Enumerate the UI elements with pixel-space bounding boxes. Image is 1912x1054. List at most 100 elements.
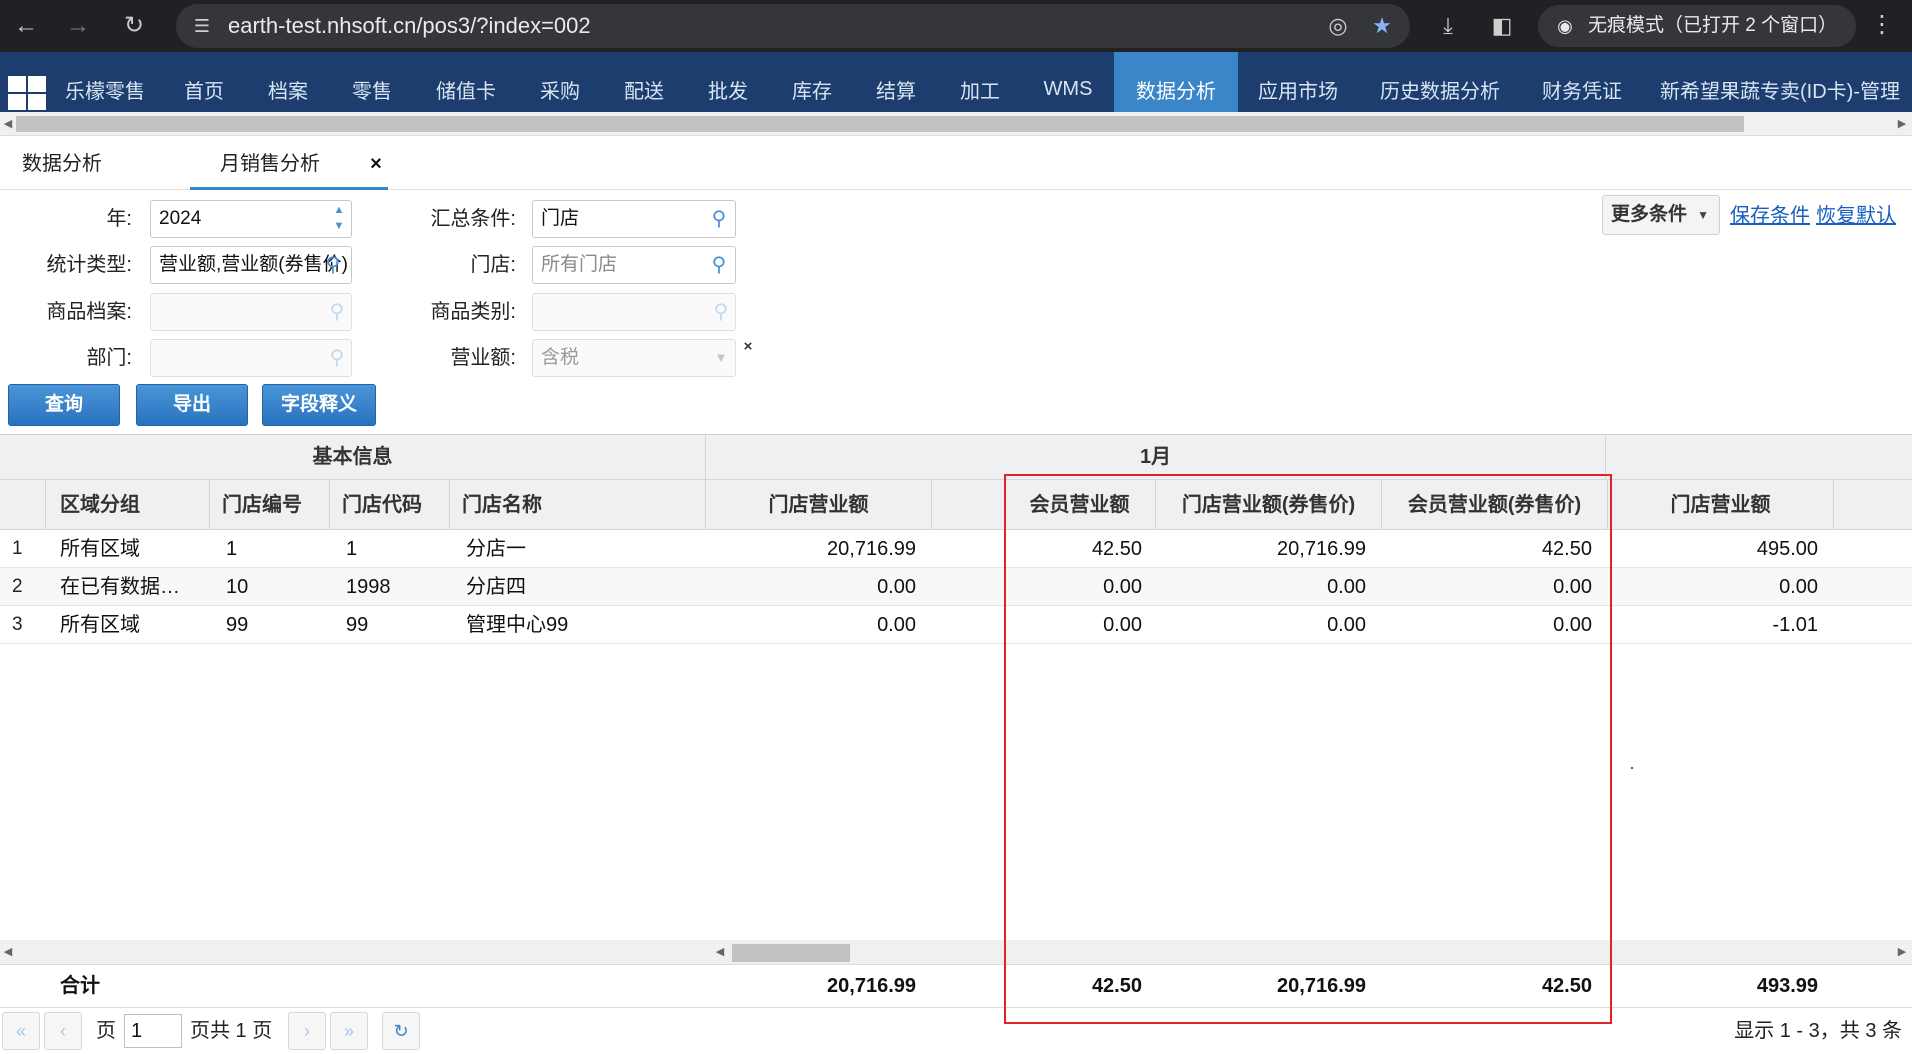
nav-item-finance-voucher[interactable]: 财务凭证: [1534, 52, 1630, 112]
nav-item-stored-value-card[interactable]: 储值卡: [424, 52, 508, 112]
product-archive-label: 商品档案:: [46, 301, 132, 323]
field-definition-button[interactable]: 字段释义: [262, 384, 376, 426]
year-input[interactable]: 2024: [150, 200, 352, 238]
page-number-input[interactable]: 1: [124, 1014, 182, 1048]
download-icon[interactable]: ⤓: [1432, 10, 1464, 42]
nav-item-app-market[interactable]: 应用市场: [1250, 52, 1346, 112]
scroll-left-icon[interactable]: ◀: [714, 944, 726, 960]
export-button[interactable]: 导出: [136, 384, 248, 426]
cell-region: 在已有数据…: [60, 576, 180, 598]
eye-off-icon[interactable]: ◎: [1324, 12, 1352, 40]
side-panel-icon[interactable]: ◧: [1486, 10, 1518, 42]
column-header-next-store-revenue[interactable]: 门店营业额: [1608, 480, 1834, 530]
revenue-select[interactable]: 含税: [532, 339, 736, 377]
search-icon[interactable]: ⚲: [320, 252, 346, 278]
nav-item-processing[interactable]: 加工: [948, 52, 1012, 112]
cell-member-revenue-coupon: 42.50: [1541, 538, 1592, 560]
grid-horizontal-scrollbar[interactable]: ◀ ◀ ▶: [0, 940, 1912, 964]
browser-menu-icon[interactable]: ⋮: [1868, 10, 1896, 42]
query-button[interactable]: 查询: [8, 384, 120, 426]
department-label: 部门:: [86, 347, 132, 369]
chevron-down-icon: ▼: [1697, 208, 1709, 222]
nav-item-settlement[interactable]: 结算: [864, 52, 928, 112]
save-conditions-link[interactable]: 保存条件: [1730, 202, 1810, 230]
search-icon[interactable]: ⚲: [706, 252, 732, 278]
nav-item-archive[interactable]: 档案: [256, 52, 320, 112]
page-total-label: 页共 1 页: [190, 1020, 273, 1042]
table-row[interactable]: 1 所有区域 1 1 分店一 20,716.99 42.50 20,716.99…: [0, 530, 1912, 568]
total-next-store-revenue: 493.99: [1756, 975, 1818, 997]
next-page-icon[interactable]: ›: [288, 1012, 326, 1050]
nav-item-wms[interactable]: WMS: [1032, 52, 1104, 112]
tab-data-analysis[interactable]: 数据分析: [22, 136, 102, 190]
app-grid-icon[interactable]: [8, 76, 48, 112]
table-row[interactable]: 3 所有区域 99 99 管理中心99 0.00 0.00 0.00 0.00 …: [0, 606, 1912, 644]
top-horizontal-scrollbar[interactable]: ◀ ▶: [0, 112, 1912, 136]
refresh-icon[interactable]: ↻: [382, 1012, 420, 1050]
nav-item-wholesale[interactable]: 批发: [696, 52, 760, 112]
cell-store-no: 10: [226, 576, 249, 598]
nav-item-home[interactable]: 首页: [172, 52, 236, 112]
total-store-revenue: 20,716.99: [827, 975, 916, 997]
cell-member-revenue-coupon: 0.00: [1553, 576, 1592, 598]
stepper-down-icon[interactable]: ▼: [330, 219, 348, 233]
column-header-store-name[interactable]: 门店名称: [450, 480, 706, 530]
department-input[interactable]: [150, 339, 352, 377]
column-header-member-revenue[interactable]: 会员营业额: [1004, 480, 1156, 530]
column-header-store-no[interactable]: 门店编号: [210, 480, 330, 530]
column-header-member-revenue-coupon[interactable]: 会员营业额(券售价): [1382, 480, 1608, 530]
cell-store-code: 1: [346, 538, 358, 560]
stepper-up-icon[interactable]: ▲: [330, 203, 348, 217]
scrollbar-thumb[interactable]: [732, 944, 850, 962]
first-page-icon[interactable]: «: [2, 1012, 40, 1050]
search-icon[interactable]: ⚲: [708, 299, 734, 325]
column-header-region[interactable]: 区域分组: [46, 480, 210, 530]
chevron-down-icon[interactable]: ▼: [710, 347, 732, 369]
incognito-indicator[interactable]: ◉ 无痕模式（已打开 2 个窗口）: [1538, 5, 1856, 47]
address-bar[interactable]: ☰ earth-test.nhsoft.cn/pos3/?index=002 ◎…: [176, 4, 1410, 48]
clear-icon[interactable]: ×: [740, 338, 756, 356]
search-icon[interactable]: ⚲: [706, 206, 732, 232]
cell-member-revenue: 0.00: [1103, 614, 1142, 636]
scrollbar-thumb[interactable]: [16, 116, 1744, 132]
cell-member-revenue-coupon: 0.00: [1553, 614, 1592, 636]
column-header-store-revenue-coupon[interactable]: 门店营业额(券售价): [1156, 480, 1382, 530]
product-category-input[interactable]: [532, 293, 736, 331]
cell-region: 所有区域: [60, 614, 140, 636]
back-arrow-icon[interactable]: ←: [8, 8, 44, 44]
search-icon[interactable]: ⚲: [324, 345, 350, 371]
cell-store-revenue-coupon: 0.00: [1327, 614, 1366, 636]
nav-item-inventory[interactable]: 库存: [780, 52, 844, 112]
column-header-store-revenue[interactable]: 门店营业额: [706, 480, 932, 530]
more-conditions-button[interactable]: 更多条件 ▼: [1602, 195, 1720, 235]
nav-item-purchase[interactable]: 采购: [528, 52, 592, 112]
restore-default-link[interactable]: 恢复默认: [1816, 202, 1896, 230]
nav-item-history-data-analysis[interactable]: 历史数据分析: [1372, 52, 1508, 112]
table-row[interactable]: 2 在已有数据… 10 1998 分店四 0.00 0.00 0.00 0.00…: [0, 568, 1912, 606]
forward-arrow-icon[interactable]: →: [60, 8, 96, 44]
incognito-label: 无痕模式（已打开 2 个窗口）: [1588, 15, 1838, 36]
site-info-icon[interactable]: ☰: [190, 14, 214, 38]
tab-monthly-sales-analysis[interactable]: 月销售分析: [190, 136, 388, 190]
nav-item-lemeng[interactable]: 乐檬零售: [56, 52, 154, 112]
last-page-icon[interactable]: »: [330, 1012, 368, 1050]
nav-item-data-analysis[interactable]: 数据分析: [1114, 52, 1238, 112]
prev-page-icon[interactable]: ‹: [44, 1012, 82, 1050]
scroll-right-icon[interactable]: ▶: [1896, 944, 1908, 960]
search-icon[interactable]: ⚲: [324, 299, 350, 325]
column-header-store-code[interactable]: 门店代码: [330, 480, 450, 530]
scroll-right-icon[interactable]: ▶: [1896, 116, 1908, 132]
reload-icon[interactable]: ↻: [116, 8, 152, 44]
bookmark-star-icon[interactable]: ★: [1368, 12, 1396, 40]
row-number: 2: [12, 576, 23, 597]
product-archive-input[interactable]: [150, 293, 352, 331]
url-text[interactable]: earth-test.nhsoft.cn/pos3/?index=002: [228, 4, 591, 48]
nav-item-distribution[interactable]: 配送: [612, 52, 676, 112]
nav-item-retail[interactable]: 零售: [340, 52, 404, 112]
nav-item-store-account[interactable]: 新希望果蔬专卖(ID卡)-管理: [1660, 52, 1912, 112]
scroll-left-icon[interactable]: ◀: [2, 116, 14, 132]
close-tab-icon[interactable]: ×: [366, 152, 386, 176]
year-stepper[interactable]: ▲ ▼: [330, 203, 348, 235]
tab-bar: 数据分析 月销售分析: [0, 136, 1912, 190]
scroll-left-icon[interactable]: ◀: [2, 944, 14, 960]
